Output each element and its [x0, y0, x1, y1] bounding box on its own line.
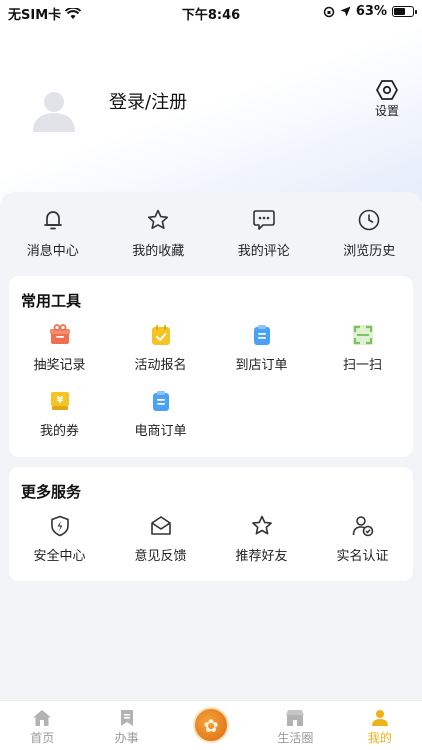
- battery-percent: 63%: [355, 4, 387, 19]
- battery-icon: [392, 6, 417, 17]
- orientation-lock-icon: [323, 6, 335, 17]
- clipboard-icon: [253, 325, 270, 345]
- coupon-icon: ¥: [50, 392, 69, 410]
- svg-text:¥: ¥: [56, 395, 63, 406]
- tool-label: 电商订单: [134, 424, 187, 439]
- service-item-verification[interactable]: 实名认证: [312, 515, 413, 581]
- tool-item-store-orders[interactable]: 到店订单: [211, 324, 312, 390]
- settings-button[interactable]: 设置: [372, 78, 402, 119]
- services-grid: 安全中心 意见反馈 推荐好友 实名认证: [9, 515, 413, 581]
- mail-icon: [150, 516, 171, 535]
- tool-label: 抽奖记录: [33, 358, 86, 373]
- bottom-tab-bar: 首页 办事 ✿ 生活圈 我的: [0, 700, 422, 750]
- quick-item-history[interactable]: 浏览历史: [317, 208, 422, 259]
- quick-actions: 消息中心 我的收藏 我的评论 浏览历史: [0, 208, 422, 259]
- signup-icon: [151, 325, 170, 345]
- user-icon: [371, 710, 388, 726]
- tools-card: 常用工具 抽奖记录 活动报名 到店订单 扫一扫 ¥ 我的券 电商订单: [9, 276, 413, 457]
- tool-label: 扫一扫: [342, 358, 382, 373]
- quick-label: 浏览历史: [343, 244, 396, 259]
- status-bar: 无SIM卡 下午8:46 63%: [0, 0, 422, 24]
- service-label: 实名认证: [336, 549, 389, 564]
- login-register-link[interactable]: 登录/注册: [109, 88, 187, 114]
- tab-mine[interactable]: 我的: [338, 701, 422, 750]
- shield-icon: [50, 515, 69, 537]
- tool-item-lottery[interactable]: 抽奖记录: [9, 324, 110, 390]
- verified-user-icon: [352, 516, 373, 537]
- services-card: 更多服务 安全中心 意见反馈 推荐好友 实名认证: [9, 467, 413, 581]
- tab-services[interactable]: 办事: [84, 701, 168, 750]
- tools-title: 常用工具: [21, 292, 82, 310]
- service-item-feedback[interactable]: 意见反馈: [110, 515, 211, 581]
- quick-item-comments[interactable]: 我的评论: [211, 208, 317, 259]
- home-icon: [33, 710, 52, 726]
- lottery-icon: [49, 324, 70, 344]
- logo-icon: ✿: [193, 707, 230, 743]
- tool-item-ecommerce-orders[interactable]: 电商订单: [110, 390, 211, 456]
- tool-label: 到店订单: [235, 358, 288, 373]
- quick-item-messages[interactable]: 消息中心: [0, 208, 106, 259]
- tab-life-circle[interactable]: 生活圈: [253, 701, 337, 750]
- service-item-security[interactable]: 安全中心: [9, 515, 110, 581]
- quick-label: 我的收藏: [132, 244, 185, 259]
- service-item-recommend[interactable]: 推荐好友: [211, 515, 312, 581]
- shop-icon: [286, 710, 305, 726]
- quick-item-favorites[interactable]: 我的收藏: [106, 208, 212, 259]
- tool-item-scan[interactable]: 扫一扫: [312, 324, 413, 390]
- settings-label: 设置: [374, 104, 399, 118]
- avatar-icon[interactable]: [30, 84, 78, 132]
- star-icon: [251, 515, 272, 535]
- bell-icon: [43, 211, 62, 230]
- quick-label: 我的评论: [237, 244, 290, 259]
- scan-icon: [352, 325, 373, 345]
- star-icon: [148, 209, 169, 229]
- tab-center-logo[interactable]: ✿: [169, 701, 253, 750]
- clock-icon: [358, 209, 380, 231]
- tool-item-signup[interactable]: 活动报名: [110, 324, 211, 390]
- tab-label: 首页: [30, 731, 55, 745]
- comment-icon: [252, 210, 275, 230]
- service-label: 安全中心: [33, 549, 86, 564]
- tools-grid: 抽奖记录 活动报名 到店订单 扫一扫 ¥ 我的券 电商订单: [9, 324, 413, 456]
- quick-label: 消息中心: [26, 244, 79, 259]
- bookmark-icon: [120, 710, 133, 726]
- service-label: 意见反馈: [134, 549, 187, 564]
- profile-section: 登录/注册 设置: [0, 70, 422, 160]
- service-label: 推荐好友: [235, 549, 288, 564]
- tool-label: 我的券: [39, 424, 79, 439]
- services-title: 更多服务: [21, 483, 82, 501]
- tab-label: 生活圈: [277, 731, 314, 745]
- order-icon: [152, 391, 169, 411]
- settings-icon: [376, 80, 398, 100]
- tool-item-coupons[interactable]: ¥ 我的券: [9, 390, 110, 456]
- tab-label: 办事: [114, 731, 139, 745]
- tool-label: 活动报名: [134, 358, 187, 373]
- tab-label: 我的: [367, 731, 392, 745]
- location-icon: [340, 6, 351, 17]
- tab-home[interactable]: 首页: [0, 701, 84, 750]
